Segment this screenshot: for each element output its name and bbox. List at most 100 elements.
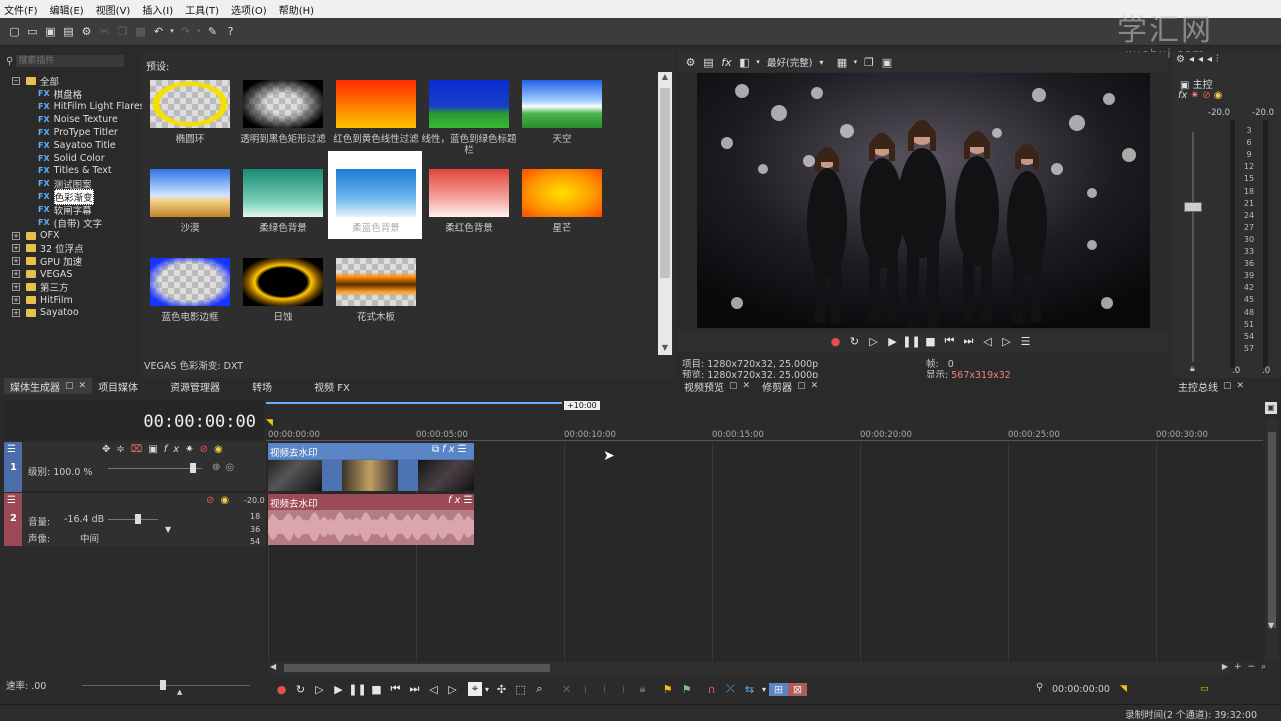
zoom-tool-icon[interactable]: ⌕ bbox=[530, 682, 549, 696]
mute-icon[interactable]: ⊘ bbox=[200, 444, 214, 455]
tab-project-media[interactable]: 项目媒体 bbox=[92, 378, 144, 394]
preset-thumbnail[interactable] bbox=[150, 258, 230, 306]
video-clip[interactable]: 视频去水印 ⧉fx☰ bbox=[268, 443, 474, 491]
expand-icon[interactable]: + bbox=[12, 231, 20, 240]
fx-icon[interactable]: fx bbox=[1178, 90, 1187, 101]
preset-thumbnail[interactable] bbox=[243, 258, 323, 306]
move-icon[interactable]: ✥ bbox=[102, 444, 116, 455]
redo-icon[interactable]: ↷ bbox=[177, 23, 194, 40]
menu-insert[interactable]: 插入(I) bbox=[142, 2, 173, 17]
menu-file[interactable]: 文件(F) bbox=[4, 2, 38, 17]
tree-fx-item[interactable]: FX 棋盘格 bbox=[38, 87, 82, 101]
solo-icon[interactable]: ◉ bbox=[220, 495, 235, 506]
tree-folder-item[interactable]: + GPU 加速 bbox=[12, 255, 82, 268]
settings-icon[interactable]: ⚙ bbox=[78, 23, 95, 40]
play-from-start-icon[interactable]: ▷ bbox=[310, 683, 329, 696]
presets-scrollbar[interactable]: ▲ ▼ bbox=[658, 72, 672, 355]
play-icon[interactable]: ▶ bbox=[883, 335, 902, 348]
track-menu-icon[interactable]: ☰ bbox=[7, 495, 16, 506]
next-frame-icon[interactable]: ▷ bbox=[997, 335, 1016, 348]
video-track-header[interactable]: ☰ 1 ✥≑⌧▣fx✷⊘◉ 级别: 100.0 % ⊛◎ bbox=[4, 442, 266, 492]
expand-icon[interactable]: + bbox=[12, 244, 20, 253]
prev-frame-icon[interactable]: ◁ bbox=[978, 335, 997, 348]
tree-folder-item[interactable]: + Sayatoo bbox=[12, 306, 79, 319]
scroll-thumb[interactable] bbox=[660, 88, 670, 278]
tab-master-bus[interactable]: 主控总线 ▢ ✕ bbox=[1172, 378, 1250, 394]
scroll-down-icon[interactable]: ▼ bbox=[658, 343, 672, 355]
clip-menu-icon[interactable]: ☰ bbox=[458, 444, 470, 455]
copy-icon[interactable]: ❐ bbox=[114, 23, 131, 40]
tree-fx-item[interactable]: FX 软闸字幕 bbox=[38, 203, 92, 217]
close-icon[interactable]: ✕ bbox=[811, 381, 819, 391]
tree-folder-item[interactable]: + 第三方 bbox=[12, 281, 69, 294]
mute-icon[interactable]: ⊘ bbox=[206, 495, 220, 506]
tree-folder-item[interactable]: + OFX bbox=[12, 229, 59, 242]
fx-icon[interactable]: fx bbox=[442, 444, 457, 455]
playhead-marker-icon[interactable]: ◥ bbox=[266, 418, 273, 428]
preset-thumbnail[interactable] bbox=[150, 80, 230, 128]
trim-end-icon[interactable]: ⁞ bbox=[595, 683, 614, 696]
motion-icon[interactable]: ▣ bbox=[148, 444, 163, 455]
region-icon[interactable]: ⚑ bbox=[677, 683, 696, 696]
go-to-end-icon[interactable]: ⏭ bbox=[959, 334, 978, 348]
dock-icon[interactable]: ▢ bbox=[65, 381, 74, 391]
video-fx-icon[interactable]: fx bbox=[718, 54, 735, 71]
cut-icon[interactable]: ✂ bbox=[96, 23, 113, 40]
expand-icon[interactable]: + bbox=[12, 257, 20, 266]
expand-icon[interactable]: + bbox=[12, 283, 20, 292]
tab-video-fx[interactable]: 视频 FX bbox=[308, 378, 356, 394]
lock-envelopes-icon[interactable]: ⊞ bbox=[769, 682, 788, 696]
volume-slider-handle[interactable] bbox=[135, 514, 141, 524]
record-icon[interactable]: ● bbox=[826, 335, 845, 348]
fx-icon[interactable]: fx bbox=[164, 444, 185, 455]
preset-thumbnail[interactable] bbox=[522, 80, 602, 128]
quality-dropdown-icon[interactable]: ▾ bbox=[816, 54, 826, 71]
loop-region-bar[interactable] bbox=[266, 402, 562, 404]
paste-icon[interactable]: ▦ bbox=[132, 23, 149, 40]
menu-tools[interactable]: 工具(T) bbox=[185, 2, 219, 17]
preset-thumbnail[interactable] bbox=[336, 80, 416, 128]
stop-icon[interactable]: ■ bbox=[921, 335, 940, 348]
parent-icon[interactable]: ◎ bbox=[225, 462, 239, 473]
tab-video-preview[interactable]: 视频预览 ▢ ✕ bbox=[678, 378, 756, 394]
crop-icon[interactable]: ⧉ bbox=[432, 444, 442, 455]
preset-thumbnail[interactable] bbox=[336, 169, 416, 217]
go-to-start-icon[interactable]: ⏮ bbox=[386, 682, 405, 696]
ripple-dropdown-icon[interactable]: ▾ bbox=[759, 685, 769, 694]
loop-icon[interactable]: ↻ bbox=[845, 335, 864, 348]
tree-fx-item[interactable]: FX (自带) 文字 bbox=[38, 216, 102, 230]
compositing-icon[interactable]: ⊛ bbox=[212, 462, 225, 473]
envelope-tool-icon[interactable]: ✣ bbox=[492, 683, 511, 696]
tab-media-generators[interactable]: 媒体生成器 ▢ ✕ bbox=[4, 378, 93, 394]
pin-icon[interactable]: ✎ bbox=[204, 23, 221, 40]
dock-icon[interactable]: ▢ bbox=[797, 381, 806, 391]
fx-icon[interactable]: fx bbox=[448, 495, 463, 506]
close-icon[interactable]: ✕ bbox=[743, 381, 751, 391]
vscroll-thumb[interactable] bbox=[1268, 432, 1276, 628]
zoom-tool-icon[interactable]: ⌕ bbox=[1261, 662, 1272, 672]
tree-fx-item[interactable]: FX ProType Titler bbox=[38, 126, 118, 139]
dock-icon[interactable]: ▢ bbox=[1223, 381, 1232, 391]
solo-icon[interactable]: ◉ bbox=[214, 444, 229, 455]
delete-icon[interactable]: ✕ bbox=[557, 683, 576, 696]
prev-frame-icon[interactable]: ◁ bbox=[424, 683, 443, 696]
preset-thumbnail[interactable] bbox=[429, 169, 509, 217]
bypass-motion-icon[interactable]: ⌧ bbox=[131, 444, 149, 455]
menu-options[interactable]: 选项(O) bbox=[231, 2, 267, 17]
rate-slider-handle[interactable] bbox=[160, 680, 166, 690]
lock-icon[interactable]: 🔒︎ bbox=[633, 682, 652, 696]
tree-folder-item[interactable]: + HitFilm bbox=[12, 294, 73, 307]
menu-view[interactable]: 视图(V) bbox=[96, 2, 131, 17]
search-input[interactable] bbox=[16, 55, 125, 67]
normal-edit-tool-icon[interactable]: ⌖ bbox=[468, 682, 482, 696]
preview-device-icon[interactable]: ▤ bbox=[700, 54, 717, 71]
overlays-dropdown-icon[interactable]: ▾ bbox=[851, 54, 859, 71]
copy-snapshot-icon[interactable]: ❐ bbox=[860, 54, 877, 71]
hscroll-right-icon[interactable]: ▶ bbox=[1222, 662, 1228, 671]
pan-slider-handle-icon[interactable]: ▼ bbox=[165, 525, 171, 534]
tab-explorer[interactable]: 资源管理器 bbox=[164, 378, 226, 394]
collapse-icon[interactable]: − bbox=[12, 76, 20, 85]
selection-tool-icon[interactable]: ⬚ bbox=[511, 683, 530, 696]
tree-folder-item[interactable]: + VEGAS bbox=[12, 268, 72, 281]
ripple-edit-icon[interactable]: ⇆ bbox=[740, 683, 759, 696]
